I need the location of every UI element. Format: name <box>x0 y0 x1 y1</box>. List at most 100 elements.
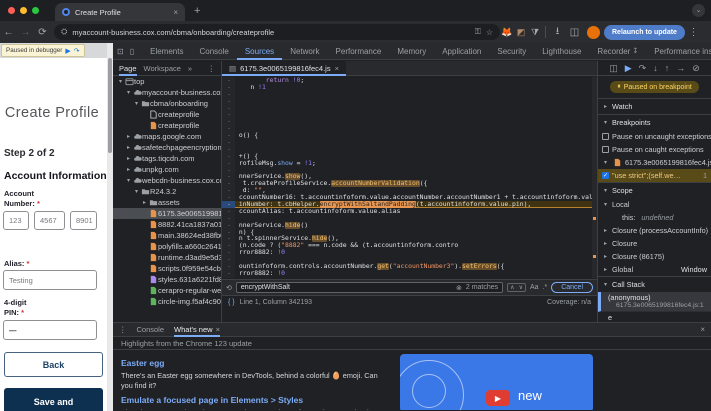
browser-tab[interactable]: Create Profile × <box>55 3 185 21</box>
youtube-play-icon[interactable]: ▶ <box>486 390 510 406</box>
tab-recorder[interactable]: Recorder↧ <box>589 43 646 60</box>
debugger-resume-icon[interactable]: ▶ <box>65 47 70 55</box>
code-line[interactable]: - ccountAlias: t.accountinfoform.value.a… <box>222 208 597 215</box>
deactivate-breakpoints-icon[interactable]: ⊘ <box>692 63 700 74</box>
code-line[interactable]: - <box>222 111 597 118</box>
search-prev-icon[interactable]: ∧ <box>508 284 516 291</box>
code-line[interactable]: - o() { <box>222 132 597 139</box>
pause-uncaught-exceptions-row[interactable]: Pause on uncaught exceptions <box>598 130 711 143</box>
breakpoints-section-header[interactable]: ▾Breakpoints <box>598 114 711 130</box>
drawer-close-icon[interactable]: × <box>700 325 705 334</box>
search-refresh-icon[interactable]: ⟲ <box>226 284 232 292</box>
back-icon[interactable]: ← <box>0 27 17 38</box>
tree-item-tags-tiqcdn-com[interactable]: ▸tags.tiqcdn.com <box>113 153 221 164</box>
tab-elements[interactable]: Elements <box>142 43 191 60</box>
pause-caught-exceptions-row[interactable]: Pause on caught exceptions <box>598 143 711 156</box>
editor-tab-close-icon[interactable]: × <box>335 64 339 73</box>
new-tab-button[interactable]: + <box>194 5 200 17</box>
mac-minimize-button[interactable] <box>20 7 27 14</box>
search-next-icon[interactable]: ∨ <box>517 284 525 291</box>
tree-item-createprofile[interactable]: createprofile <box>113 120 221 131</box>
tree-item-r24-3-2[interactable]: ▾R24.3.2 <box>113 186 221 197</box>
tab-console[interactable]: Console <box>191 43 236 60</box>
code-line[interactable]: - rofileMsg.show = !1; <box>222 160 597 167</box>
tree-item-webcdn-business-cox-com[interactable]: ▾webcdn-business.cox.com <box>113 175 221 186</box>
device-toolbar-icon[interactable]: ▯ <box>128 47 136 56</box>
account-number-field-2[interactable]: 4567 <box>34 211 65 230</box>
code-line[interactable]: - <box>222 91 597 98</box>
forward-icon[interactable]: → <box>17 27 34 38</box>
tab-performance-insights[interactable]: Performance insights↧ <box>646 43 711 60</box>
relaunch-to-update-button[interactable]: Relaunch to update <box>604 25 685 40</box>
reload-icon[interactable]: ⟳ <box>34 27 51 38</box>
breakpoint-file-group[interactable]: ▾ 6175.3e0065199816fec4.js <box>598 156 711 169</box>
whats-new-video-thumbnail[interactable]: ▶ new <box>400 354 593 410</box>
code-line[interactable]: - return !0; <box>222 77 597 84</box>
code-line[interactable]: - rror8882: !0 <box>222 249 597 256</box>
tree-item-circle-img-f5af4c90fad3d[interactable]: circle-img.f5af4c90fad3d <box>113 296 221 307</box>
regex-toggle[interactable]: .* <box>543 284 548 291</box>
breakpoint-checkbox[interactable]: ✓ <box>602 172 609 179</box>
tree-item-scripts-0f959e54cb06cba[interactable]: scripts.0f959e54cb06cba <box>113 263 221 274</box>
tab-network[interactable]: Network <box>282 43 327 60</box>
pin-field[interactable]: — <box>3 320 97 340</box>
code-line[interactable]: - <box>222 146 597 153</box>
code-line[interactable]: - <box>222 125 597 132</box>
tree-item-polyfills-a660c2641db76b[interactable]: polyfills.a660c2641db76b <box>113 241 221 252</box>
resume-script-icon[interactable]: ▶ <box>625 63 632 74</box>
step-out-icon[interactable]: ↑ <box>665 63 670 73</box>
account-number-field-3[interactable]: 8901 <box>70 211 97 230</box>
call-stack-section-header[interactable]: ▾Call Stack <box>598 276 711 292</box>
tab-application[interactable]: Application <box>434 43 489 60</box>
tab-security[interactable]: Security <box>489 43 534 60</box>
tree-item-runtime-d3ad9e5d3dd423[interactable]: runtime.d3ad9e5d3dd423 <box>113 252 221 263</box>
whats-new-section-title[interactable]: Easter egg <box>121 358 391 368</box>
code-line[interactable]: - n !1 <box>222 84 597 91</box>
tree-item-main-38624ed38fb0ff5b-js[interactable]: main.38624ed38fb0ff5b.js <box>113 230 221 241</box>
navigator-more-tabs-icon[interactable]: » <box>188 64 192 73</box>
tree-item-styles-631a6221fd8037ba[interactable]: styles.631a6221fd8037ba <box>113 274 221 285</box>
drawer-tab-close-icon[interactable]: × <box>216 325 220 334</box>
code-line[interactable]: - <box>222 98 597 105</box>
account-number-field-1[interactable]: 123 <box>3 211 29 230</box>
tree-item-maps-google-com[interactable]: ▸maps.google.com <box>113 131 221 142</box>
toggle-panel-icon[interactable]: ◫ <box>609 63 618 74</box>
tab-search-button[interactable]: ⌄ <box>692 4 705 17</box>
step-into-icon[interactable]: ↓ <box>653 63 658 73</box>
bookmark-star-icon[interactable]: ☆ <box>486 28 493 37</box>
match-case-toggle[interactable]: Aa <box>530 284 539 291</box>
scope-row-local[interactable]: ▾Local <box>598 198 711 211</box>
scope-row-global[interactable]: ▸GlobalWindow <box>598 263 711 276</box>
inspect-element-icon[interactable]: ⊡ <box>113 47 128 56</box>
tab-memory[interactable]: Memory <box>389 43 434 60</box>
tab-lighthouse[interactable]: Lighthouse <box>534 43 589 60</box>
pause-uncaught-checkbox[interactable] <box>602 133 609 140</box>
back-button[interactable]: Back <box>4 352 103 377</box>
tab-close-icon[interactable]: × <box>173 8 178 17</box>
scope-row-closure[interactable]: ▸Closure <box>598 237 711 250</box>
pause-caught-checkbox[interactable] <box>602 146 609 153</box>
tree-item-unpkg-com[interactable]: ▸unpkg.com <box>113 164 221 175</box>
mac-close-button[interactable] <box>8 7 15 14</box>
drawer-menu-icon[interactable]: ⋮ <box>119 325 127 334</box>
scope-row-this-[interactable]: this:undefined <box>598 211 711 224</box>
site-settings-icon[interactable]: ⛭ <box>61 27 67 37</box>
search-input[interactable]: encryptWithSalt ⊗ 2 matches <box>236 282 503 293</box>
call-stack-frame[interactable]: (anonymous)6175.3e0065199816fec4.js:1 <box>598 292 711 312</box>
code-line[interactable]: - <box>222 277 597 278</box>
url-text[interactable]: myaccount-business.cox.com/cbma/onboardi… <box>72 28 469 37</box>
tree-item-assets[interactable]: ▸assets <box>113 197 221 208</box>
tree-item-top[interactable]: ▾top <box>113 76 221 87</box>
drawer-tab-console[interactable]: Console <box>137 325 165 334</box>
scope-row-closure-86175-[interactable]: ▸Closure (86175) <box>598 250 711 263</box>
profile-avatar[interactable] <box>587 26 600 39</box>
extensions-puzzle-icon[interactable]: ⧩ <box>528 27 542 38</box>
code-viewer[interactable]: - return !0;- n !1------- o() {--- +() {… <box>222 77 597 278</box>
code-line[interactable]: - nnerService.hide() <box>222 222 597 229</box>
tree-item-8882-41ca1837a01c0929-js[interactable]: 8882.41ca1837a01c0929.js <box>113 219 221 230</box>
address-bar[interactable]: ⛭ myaccount-business.cox.com/cbma/onboar… <box>54 24 500 40</box>
tree-item-myaccount-business-cox-com[interactable]: ▾myaccount-business.cox.com <box>113 87 221 98</box>
extension-icon-1[interactable]: 🦊 <box>500 27 514 38</box>
save-and-continue-button[interactable]: Save and <box>4 388 103 411</box>
password-key-icon[interactable]: ⚿ <box>475 27 481 37</box>
